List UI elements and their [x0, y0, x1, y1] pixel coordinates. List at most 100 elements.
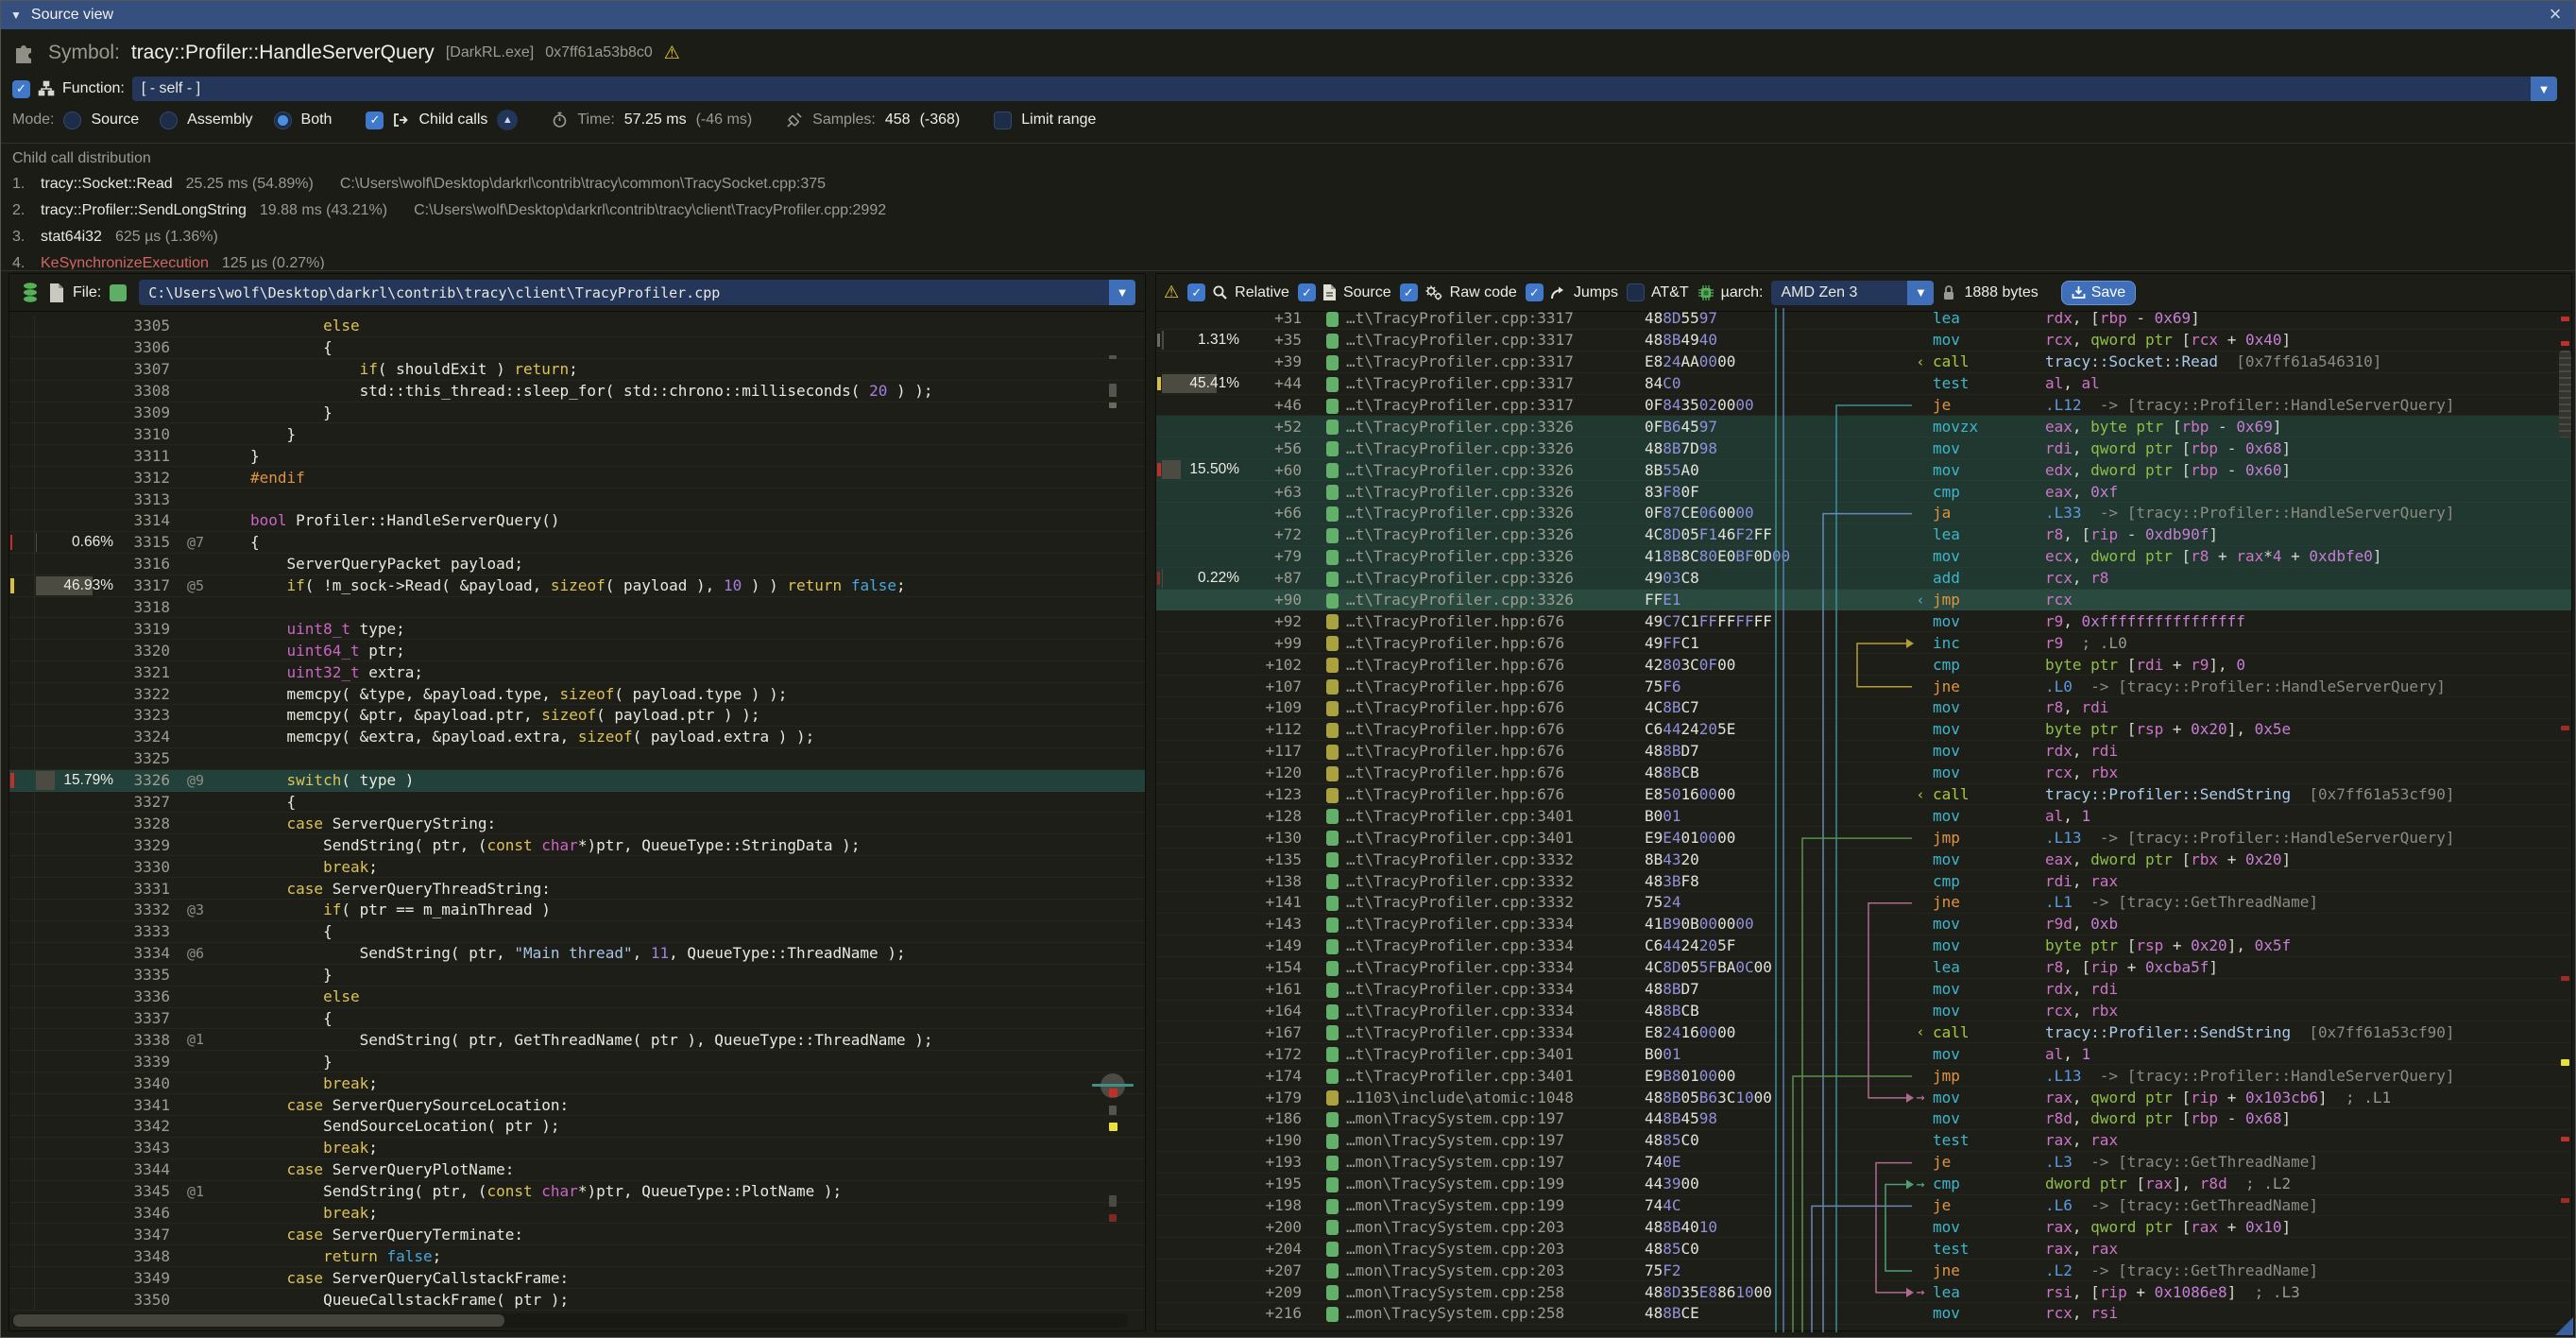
att-label[interactable]: AT&T: [1651, 284, 1689, 301]
assembly-row[interactable]: +92…t\TracyProfiler.hpp:67649C7C1FFFFFFF…: [1156, 610, 2571, 632]
asm-location[interactable]: …t\TracyProfiler.cpp:3317: [1346, 309, 1574, 327]
assembly-row[interactable]: +138…t\TracyProfiler.cpp:3332483BF8cmprd…: [1156, 870, 2571, 892]
horizontal-scrollbar[interactable]: [11, 1313, 1128, 1328]
source-line[interactable]: 15.79%3326@9 switch( type ): [9, 770, 1145, 792]
assembly-scrollbar-thumb[interactable]: [2559, 351, 2571, 437]
asm-location[interactable]: …t\TracyProfiler.cpp:3334: [1346, 958, 1574, 976]
assembly-row[interactable]: +102…t\TracyProfiler.hpp:67642803C0F00cm…: [1156, 654, 2571, 676]
assembly-row[interactable]: +154…t\TracyProfiler.cpp:33344C8D055FBA0…: [1156, 957, 2571, 979]
assembly-row[interactable]: +174…t\TracyProfiler.cpp:3401E9B8010000j…: [1156, 1065, 2571, 1087]
source-line[interactable]: 3337 {: [9, 1008, 1145, 1030]
source-line[interactable]: 3322 memcpy( &type, &payload.type, sizeo…: [9, 683, 1145, 705]
assembly-row[interactable]: +128…t\TracyProfiler.cpp:3401B001moval, …: [1156, 805, 2571, 827]
assembly-row[interactable]: 15.50%+60…t\TracyProfiler.cpp:33268B55A0…: [1156, 459, 2571, 481]
assembly-row[interactable]: +186…mon\TracySystem.cpp:197448B4598movr…: [1156, 1108, 2571, 1130]
file-combo-arrow-icon[interactable]: ▼: [1109, 280, 1135, 305]
asm-location[interactable]: …mon\TracySystem.cpp:197: [1346, 1109, 1564, 1127]
source-line[interactable]: 3339 }: [9, 1051, 1145, 1072]
source-line[interactable]: 3320 uint64_t ptr;: [9, 640, 1145, 661]
asm-location[interactable]: …t\TracyProfiler.cpp:3326: [1346, 483, 1574, 501]
assembly-row[interactable]: +109…t\TracyProfiler.hpp:6764C8BC7movr8,…: [1156, 697, 2571, 719]
assembly-row[interactable]: +90…t\TracyProfiler.cpp:3326FFE1‹jmprcx: [1156, 590, 2571, 611]
source-line[interactable]: 3309 }: [9, 403, 1145, 424]
assembly-row[interactable]: +117…t\TracyProfiler.hpp:676488BD7movrdx…: [1156, 741, 2571, 763]
asm-location[interactable]: …t\TracyProfiler.hpp:676: [1346, 678, 1564, 695]
mode-radio-assembly-label[interactable]: Assembly: [187, 112, 252, 129]
close-icon[interactable]: ×: [2543, 2, 2567, 26]
child-call-entry[interactable]: 4.KeSynchronizeExecution125 µs (0.27%): [12, 250, 2563, 269]
asm-location[interactable]: …mon\TracySystem.cpp:203: [1346, 1218, 1564, 1236]
mode-radio-assembly[interactable]: [160, 112, 178, 129]
assembly-row[interactable]: +66…t\TracyProfiler.cpp:33260F87CE060000…: [1156, 503, 2571, 524]
asm-location[interactable]: …t\TracyProfiler.cpp:3326: [1346, 504, 1574, 522]
asm-location[interactable]: …t\TracyProfiler.cpp:3326: [1346, 547, 1574, 565]
assembly-row[interactable]: +161…t\TracyProfiler.cpp:3334488BD7movrd…: [1156, 979, 2571, 1001]
source-line[interactable]: 3327 {: [9, 792, 1145, 814]
source-line[interactable]: 3324 memcpy( &extra, &payload.extra, siz…: [9, 727, 1145, 748]
source-line[interactable]: 3350 QueueCallstackFrame( ptr );: [9, 1289, 1145, 1311]
assembly-row[interactable]: +190…mon\TracySystem.cpp:1974885C0testra…: [1156, 1130, 2571, 1152]
source-line[interactable]: 3325: [9, 748, 1145, 770]
asm-location[interactable]: …1103\include\atomic:1048: [1346, 1089, 1574, 1106]
asm-location[interactable]: …t\TracyProfiler.hpp:676: [1346, 720, 1564, 738]
source-line[interactable]: 3311}: [9, 445, 1145, 467]
source-line[interactable]: 46.93%3317@5 if( !m_sock->Read( &payload…: [9, 575, 1145, 597]
save-button[interactable]: Save: [2061, 281, 2136, 305]
source-line[interactable]: 3305 else: [9, 316, 1145, 337]
asm-location[interactable]: …t\TracyProfiler.cpp:3401: [1346, 1067, 1574, 1085]
source-line[interactable]: 3329 SendString( ptr, (const char*)ptr, …: [9, 834, 1145, 856]
assembly-row[interactable]: +200…mon\TracySystem.cpp:203488B4010movr…: [1156, 1216, 2571, 1238]
source-line[interactable]: 3328 case ServerQueryString:: [9, 813, 1145, 834]
assembly-row[interactable]: +123…t\TracyProfiler.hpp:676E850160000‹c…: [1156, 784, 2571, 806]
child-call-name[interactable]: tracy::Profiler::SendLongString: [41, 202, 247, 219]
assembly-row[interactable]: +141…t\TracyProfiler.cpp:33327524jne.L1 …: [1156, 892, 2571, 914]
asm-location[interactable]: …t\TracyProfiler.cpp:3401: [1346, 807, 1574, 825]
assembly-row[interactable]: +198…mon\TracySystem.cpp:199744Cje.L6 ->…: [1156, 1195, 2571, 1217]
assembly-row[interactable]: +149…t\TracyProfiler.cpp:3334C64424205Fm…: [1156, 935, 2571, 957]
source-line[interactable]: 3310 }: [9, 423, 1145, 445]
asm-location[interactable]: …t\TracyProfiler.cpp:3317: [1346, 352, 1574, 370]
source-option-label[interactable]: Source: [1343, 284, 1391, 301]
asm-location[interactable]: …mon\TracySystem.cpp:197: [1346, 1153, 1564, 1171]
assembly-row[interactable]: +143…t\TracyProfiler.cpp:333441B90B00000…: [1156, 914, 2571, 935]
att-checkbox[interactable]: ✓: [1627, 283, 1645, 301]
assembly-vertical-scrollbar[interactable]: [2559, 277, 2572, 1329]
assembly-row[interactable]: +130…t\TracyProfiler.cpp:3401E9E4010000j…: [1156, 827, 2571, 849]
asm-location[interactable]: …mon\TracySystem.cpp:258: [1346, 1304, 1564, 1322]
source-line[interactable]: 3319 uint8_t type;: [9, 618, 1145, 640]
assembly-row[interactable]: +207…mon\TracySystem.cpp:20375F2jne.L2 -…: [1156, 1260, 2571, 1281]
assembly-row[interactable]: +164…t\TracyProfiler.cpp:3334488BCBmovrc…: [1156, 1001, 2571, 1022]
raw-code-checkbox[interactable]: ✓: [1400, 283, 1418, 301]
source-line[interactable]: 3342 SendSourceLocation( ptr );: [9, 1116, 1145, 1138]
asm-location[interactable]: …t\TracyProfiler.hpp:676: [1346, 612, 1564, 630]
source-line[interactable]: 3308 std::this_thread::sleep_for( std::c…: [9, 381, 1145, 403]
asm-location[interactable]: …t\TracyProfiler.cpp:3401: [1346, 1045, 1574, 1063]
relative-checkbox[interactable]: ✓: [1187, 283, 1205, 301]
asm-location[interactable]: …t\TracyProfiler.cpp:3317: [1346, 396, 1574, 414]
source-line[interactable]: 3347 case ServerQueryTerminate:: [9, 1224, 1145, 1245]
asm-location[interactable]: …t\TracyProfiler.cpp:3326: [1346, 569, 1574, 587]
source-line[interactable]: 0.66%3315@7{: [9, 532, 1145, 554]
uarch-combo[interactable]: AMD Zen 3 ▼: [1771, 281, 1934, 305]
source-line[interactable]: 3349 case ServerQueryCallstackFrame:: [9, 1267, 1145, 1289]
source-line[interactable]: 3340 break;: [9, 1072, 1145, 1094]
asm-location[interactable]: …t\TracyProfiler.hpp:676: [1346, 763, 1564, 781]
assembly-row[interactable]: +172…t\TracyProfiler.cpp:3401B001moval, …: [1156, 1043, 2571, 1065]
source-line[interactable]: 3335 }: [9, 965, 1145, 986]
assembly-row[interactable]: +52…t\TracyProfiler.cpp:33260FB64597movz…: [1156, 416, 2571, 437]
child-call-entry[interactable]: 2.tracy::Profiler::SendLongString19.88 m…: [12, 197, 2563, 224]
assembly-row[interactable]: 1.31%+35…t\TracyProfiler.cpp:3317488B494…: [1156, 330, 2571, 352]
assembly-row[interactable]: +167…t\TracyProfiler.cpp:3334E824160000‹…: [1156, 1021, 2571, 1043]
asm-location[interactable]: …t\TracyProfiler.cpp:3332: [1346, 872, 1574, 890]
asm-location[interactable]: …t\TracyProfiler.cpp:3317: [1346, 331, 1574, 349]
mode-radio-source-label[interactable]: Source: [91, 112, 139, 129]
asm-location[interactable]: …t\TracyProfiler.cpp:3317: [1346, 374, 1574, 392]
child-calls-label[interactable]: Child calls: [418, 112, 487, 129]
assembly-row[interactable]: 0.22%+87…t\TracyProfiler.cpp:33264903C8a…: [1156, 568, 2571, 590]
source-checkbox[interactable]: ✓: [1298, 283, 1316, 301]
asm-location[interactable]: …t\TracyProfiler.hpp:676: [1346, 785, 1564, 803]
resize-grip[interactable]: [2555, 1317, 2573, 1335]
asm-location[interactable]: …t\TracyProfiler.cpp:3326: [1346, 439, 1574, 457]
asm-location[interactable]: …mon\TracySystem.cpp:197: [1346, 1131, 1564, 1149]
child-call-name[interactable]: tracy::Socket::Read: [41, 176, 173, 193]
